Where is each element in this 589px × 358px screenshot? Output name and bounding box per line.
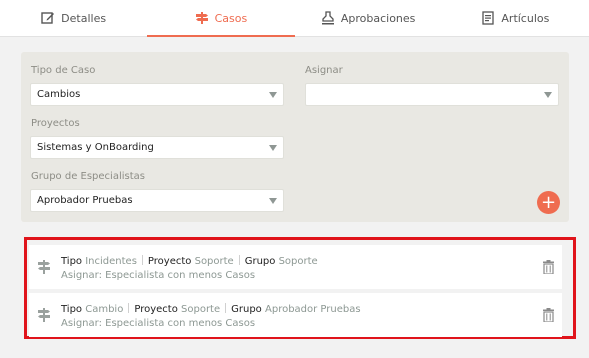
grupo-label: Grupo de Especialistas [31,171,145,182]
divider [225,303,227,313]
tab-casos[interactable]: Casos [147,0,295,37]
tab-bar: Detalles Casos Aprobaciones Artículos [0,0,589,37]
signpost-icon [38,260,50,274]
chevron-down-icon [269,145,277,151]
proyecto-key: Proyecto [134,304,178,315]
tab-label: Aprobaciones [340,11,416,25]
cases-list: Tipo Incidentes Proyecto Soporte Grupo Sop… [24,237,576,339]
case-summary: Tipo Incidentes Proyecto Soporte Grupo Sop… [61,255,318,267]
tipo-value: Incidentes [85,256,137,267]
proyectos-select[interactable]: Sistemas y OnBoarding [30,136,284,159]
chevron-down-icon [544,92,552,98]
stamp-icon [321,11,334,25]
signpost-icon [38,308,50,322]
tab-label: Detalles [61,11,107,25]
list-item: Tipo Cambio Proyecto Soporte Grupo Aprobad… [29,293,562,337]
add-case-button[interactable]: + [537,191,560,214]
divider [128,303,130,313]
divider [141,255,143,265]
tipo-caso-value: Cambios [37,89,81,100]
proyecto-value: Soporte [194,256,234,267]
tipo-caso-select[interactable]: Cambios [30,83,284,106]
proyectos-value: Sistemas y OnBoarding [37,142,154,153]
trash-icon[interactable] [543,308,554,322]
asignar-label: Asignar [305,65,343,76]
trash-icon[interactable] [543,260,554,274]
tipo-caso-label: Tipo de Caso [31,65,96,76]
grupo-select[interactable]: Aprobador Pruebas [30,189,284,212]
proyectos-label: Proyectos [31,118,80,129]
divider [238,255,240,265]
signpost-icon [195,12,208,24]
case-assignment: Asignar: Especialista con menos Casos [61,318,256,329]
tipo-value: Cambio [85,304,124,315]
document-icon [482,11,495,25]
grupo-value: Aprobador Pruebas [265,304,361,315]
chevron-down-icon [269,198,277,204]
grupo-key: Grupo [244,256,276,267]
proyecto-value: Soporte [181,304,221,315]
tipo-key: Tipo [61,304,83,315]
tab-aprobaciones[interactable]: Aprobaciones [295,0,442,36]
tab-articulos[interactable]: Artículos [442,0,589,36]
case-summary: Tipo Cambio Proyecto Soporte Grupo Aprobad… [61,303,361,315]
tab-label: Casos [214,11,248,25]
grupo-value: Aprobador Pruebas [37,195,133,206]
chevron-down-icon [269,92,277,98]
list-item: Tipo Incidentes Proyecto Soporte Grupo Sop… [29,245,562,289]
grupo-key: Grupo [231,304,262,315]
proyecto-key: Proyecto [147,256,192,267]
tab-detalles[interactable]: Detalles [0,0,147,36]
grupo-value: Soporte [278,256,318,267]
edit-icon [41,12,55,24]
tab-label: Artículos [501,11,550,25]
asignar-select[interactable] [305,83,559,106]
tipo-key: Tipo [61,256,83,267]
case-assignment: Asignar: Especialista con menos Casos [61,270,256,281]
